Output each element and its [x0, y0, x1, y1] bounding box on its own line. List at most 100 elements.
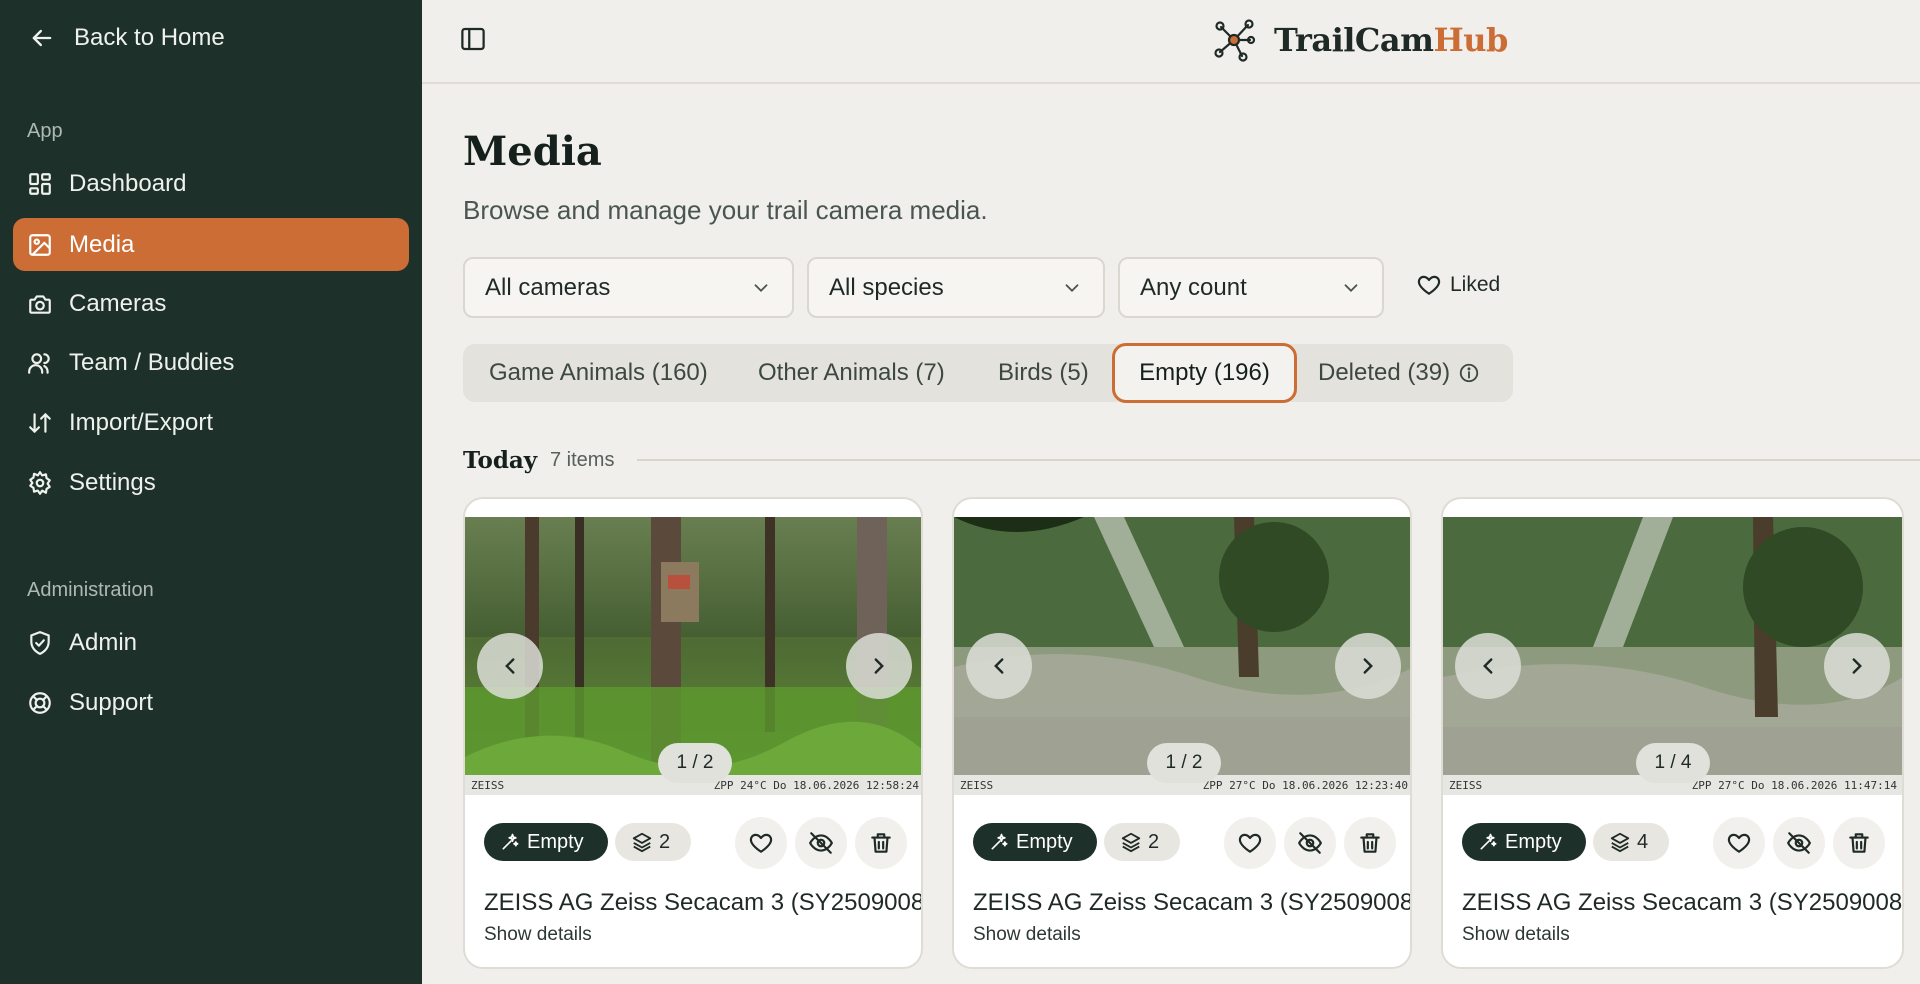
- sidebar-item-import-export[interactable]: Import/Export: [13, 396, 409, 449]
- previous-image-button[interactable]: [1455, 633, 1521, 699]
- trash-icon: [871, 833, 891, 853]
- sidebar-item-label: Import/Export: [69, 408, 214, 436]
- tag-label: Empty: [527, 830, 584, 853]
- group-divider: [637, 459, 1920, 461]
- arrows-updown-icon: [29, 412, 51, 433]
- sidebar-item-label: Settings: [69, 468, 156, 496]
- tag-label: Empty: [1016, 830, 1073, 853]
- tab-deleted[interactable]: Deleted (39): [1318, 344, 1480, 402]
- media-card[interactable]: ZEISS ZPP 24°C Do 18.06.2026 12:58:24 1 …: [463, 497, 923, 969]
- layers-icon: [632, 832, 652, 853]
- camera-icon: [29, 294, 51, 314]
- sidebar-item-admin[interactable]: Admin: [13, 616, 409, 669]
- eye-off-icon: [1297, 832, 1323, 854]
- tab-game-animals[interactable]: Game Animals (160): [489, 344, 708, 402]
- image-pager: 1 / 2: [658, 743, 732, 783]
- like-button[interactable]: [1224, 817, 1276, 869]
- camera-name: ZEISS AG Zeiss Secacam 3 (SY2509008: [973, 889, 1412, 916]
- stack-count: 2: [659, 830, 671, 853]
- hide-button[interactable]: [1284, 817, 1336, 869]
- sidebar-item-label: Support: [69, 688, 154, 716]
- photo-stamp-brand: ZEISS: [471, 778, 505, 792]
- delete-button[interactable]: [1344, 817, 1396, 869]
- chevron-down-icon: [754, 283, 768, 292]
- eye-off-icon: [1786, 832, 1812, 854]
- sidebar-item-team-buddies[interactable]: Team / Buddies: [13, 336, 409, 389]
- camera-filter-select[interactable]: All cameras: [463, 257, 794, 318]
- stack-count-badge: 2: [615, 823, 691, 861]
- sidebar-item-label: Dashboard: [69, 169, 187, 197]
- sidebar-item-settings[interactable]: Settings: [13, 456, 409, 509]
- like-button[interactable]: [735, 817, 787, 869]
- delete-button[interactable]: [855, 817, 907, 869]
- photo-stamp-info: ZPP 27°C Do 18.06.2026 12:23:40: [1202, 778, 1408, 792]
- liked-label: Liked: [1450, 273, 1501, 296]
- empty-tag-badge[interactable]: Empty: [973, 823, 1097, 861]
- image-icon: [29, 233, 51, 256]
- brand-name: TrailCamHub: [1274, 21, 1508, 59]
- empty-tag-badge[interactable]: Empty: [484, 823, 608, 861]
- tab-birds[interactable]: Birds (5): [998, 344, 1089, 402]
- next-image-button[interactable]: [846, 633, 912, 699]
- sparkles-icon: [991, 833, 1008, 850]
- sidebar-item-support[interactable]: Support: [13, 676, 409, 729]
- tag-label: Empty: [1505, 830, 1562, 853]
- image-pager: 1 / 4: [1636, 743, 1710, 783]
- species-filter-value: All species: [829, 273, 944, 301]
- back-to-home-link[interactable]: Back to Home: [28, 24, 225, 52]
- sidebar-item-label: Media: [69, 230, 135, 258]
- camera-name: ZEISS AG Zeiss Secacam 3 (SY2509008: [1462, 889, 1903, 916]
- tab-other-animals[interactable]: Other Animals (7): [758, 344, 945, 402]
- delete-button[interactable]: [1833, 817, 1885, 869]
- sidebar-item-cameras[interactable]: Cameras: [13, 277, 409, 330]
- chevron-down-icon: [1065, 283, 1079, 292]
- sidebar-toggle-icon[interactable]: [458, 24, 488, 54]
- trash-icon: [1360, 833, 1380, 853]
- page-subtitle: Browse and manage your trail camera medi…: [463, 195, 988, 225]
- next-image-button[interactable]: [1824, 633, 1890, 699]
- previous-image-button[interactable]: [966, 633, 1032, 699]
- chevron-left-icon: [505, 658, 515, 674]
- image-pager: 1 / 2: [1147, 743, 1221, 783]
- trash-icon: [1849, 833, 1869, 853]
- media-card[interactable]: ZEISS ZPP 27°C Do 18.06.2026 11:47:14 1 …: [1441, 497, 1904, 969]
- stack-count: 2: [1148, 830, 1160, 853]
- chevron-right-icon: [1852, 658, 1862, 674]
- eye-off-icon: [808, 832, 834, 854]
- camera-filter-value: All cameras: [485, 273, 611, 301]
- show-details-link[interactable]: Show details: [1462, 924, 1570, 946]
- sidebar-item-media[interactable]: Media: [13, 218, 409, 271]
- camera-name: ZEISS AG Zeiss Secacam 3 (SY2509008: [484, 889, 923, 916]
- photo-stamp-info: ZPP 24°C Do 18.06.2026 12:58:24: [713, 778, 919, 792]
- section-label-app: App: [27, 120, 63, 142]
- show-details-link[interactable]: Show details: [973, 924, 1081, 946]
- tab-empty[interactable]: Empty (196): [1112, 343, 1297, 403]
- category-tabs: Game Animals (160) Other Animals (7) Bir…: [463, 343, 1513, 403]
- empty-tag-badge[interactable]: Empty: [1462, 823, 1586, 861]
- species-filter-select[interactable]: All species: [807, 257, 1105, 318]
- sidebar: Back to Home App Dashboard Media Cameras…: [0, 0, 422, 984]
- liked-filter-toggle[interactable]: Liked: [1416, 272, 1500, 298]
- info-icon[interactable]: [1458, 362, 1480, 384]
- hide-button[interactable]: [1773, 817, 1825, 869]
- heart-icon: [1727, 833, 1751, 853]
- brand-name-part1: TrailCam: [1274, 21, 1434, 59]
- hide-button[interactable]: [795, 817, 847, 869]
- top-bar: TrailCamHub: [422, 0, 1920, 84]
- brand-logo[interactable]: TrailCamHub: [1212, 18, 1508, 62]
- like-button[interactable]: [1713, 817, 1765, 869]
- tab-deleted-label: Deleted (39): [1318, 359, 1451, 386]
- heart-icon: [1417, 275, 1441, 295]
- count-filter-select[interactable]: Any count: [1118, 257, 1384, 318]
- chevron-down-icon: [1344, 283, 1358, 292]
- media-card[interactable]: ZEISS ZPP 27°C Do 18.06.2026 12:23:40 1 …: [952, 497, 1412, 969]
- chevron-left-icon: [1483, 658, 1493, 674]
- chevron-left-icon: [994, 658, 1004, 674]
- show-details-link[interactable]: Show details: [484, 924, 592, 946]
- grid-icon: [29, 172, 51, 195]
- heart-icon: [749, 833, 773, 853]
- sidebar-item-dashboard[interactable]: Dashboard: [13, 157, 409, 210]
- next-image-button[interactable]: [1335, 633, 1401, 699]
- group-title: Today: [463, 447, 538, 474]
- previous-image-button[interactable]: [477, 633, 543, 699]
